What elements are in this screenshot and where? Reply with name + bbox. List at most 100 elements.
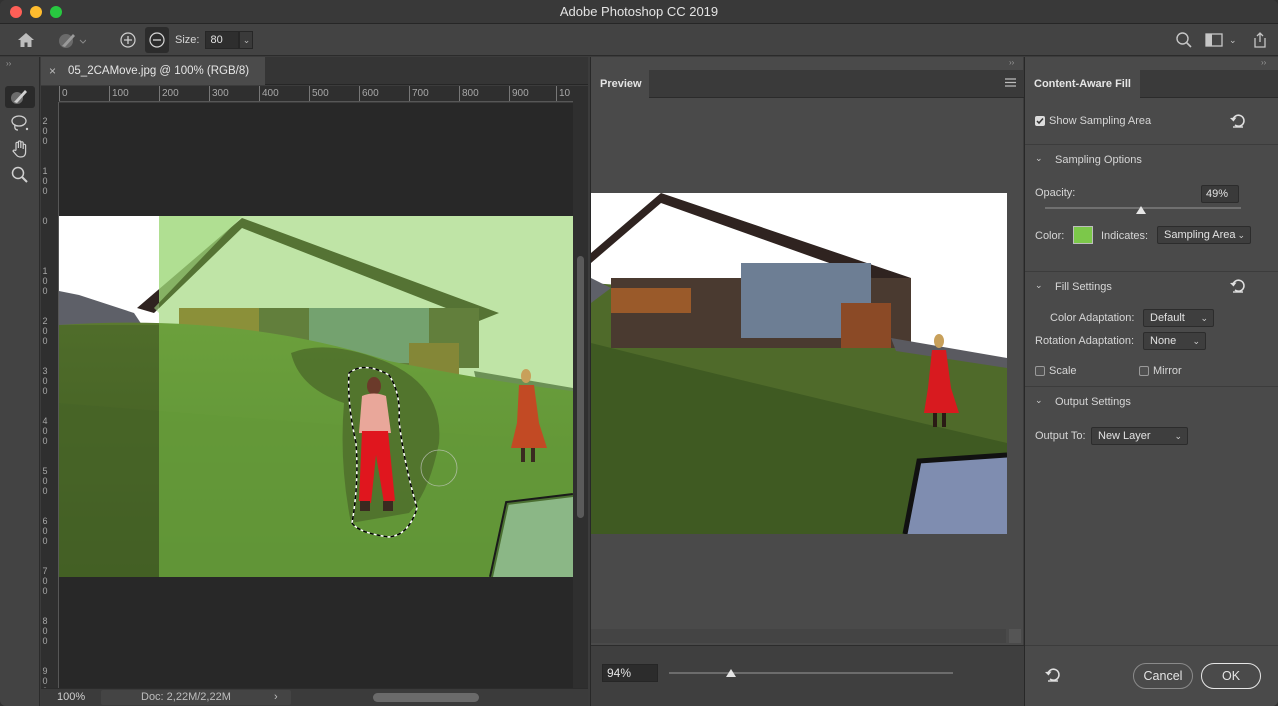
output-settings-section: ⌄ Output Settings Output To: New Layer ⌄ [1025, 386, 1278, 466]
ruler-v-label: 2 0 0 [42, 116, 48, 146]
preview-image [591, 193, 1007, 534]
ok-button[interactable]: OK [1201, 663, 1261, 689]
chevron-down-icon: ⌄ [1192, 336, 1200, 346]
opacity-input[interactable]: 49% [1201, 185, 1239, 203]
close-tab-icon[interactable]: × [49, 64, 56, 78]
color-adaptation-value: Default [1150, 312, 1185, 324]
sampling-options-header[interactable]: Sampling Options [1055, 154, 1142, 166]
subtract-from-area-icon[interactable] [145, 27, 169, 53]
output-to-label: Output To: [1035, 430, 1086, 442]
lasso-tool-icon[interactable] [5, 112, 35, 134]
ruler-v-label: 4 0 0 [42, 416, 48, 446]
ruler-v-label: 2 0 0 [42, 316, 48, 346]
opacity-label: Opacity: [1035, 187, 1076, 199]
canvas-vertical-scrollbar[interactable] [573, 86, 588, 688]
ruler-h-label: 0 [62, 88, 68, 99]
document-canvas[interactable] [59, 103, 573, 688]
color-adaptation-label: Color Adaptation: [1050, 312, 1135, 324]
ruler-v-label: 7 0 0 [42, 566, 48, 596]
collapse-tools-icon[interactable]: ›› [6, 59, 11, 68]
fill-settings-section: ⌄ Fill Settings Color Adaptation: Defaul… [1025, 271, 1278, 386]
opacity-slider-thumb[interactable] [1136, 206, 1147, 214]
hand-tool-icon[interactable] [5, 138, 35, 160]
collapse-panel-icon[interactable]: ›› [1261, 58, 1266, 67]
status-menu-icon[interactable]: › [274, 691, 278, 703]
mirror-label: Mirror [1153, 365, 1182, 377]
output-settings-header[interactable]: Output Settings [1055, 396, 1131, 408]
content-aware-fill-panel: ›› Content-Aware Fill Show Sampling Area… [1024, 57, 1278, 706]
sampling-brush-tool-icon[interactable] [5, 86, 35, 108]
document-tab[interactable]: × 05_2CAMove.jpg @ 100% (RGB/8) [41, 57, 265, 85]
ruler-v-label: 5 0 0 [42, 466, 48, 496]
size-label: Size: [175, 34, 200, 46]
sampling-color-swatch[interactable] [1073, 226, 1093, 244]
title-bar: Adobe Photoshop CC 2019 [0, 0, 1278, 24]
panel-footer: Cancel OK [1025, 645, 1278, 706]
minimize-window-button[interactable] [30, 6, 42, 18]
output-settings-chevron-icon[interactable]: ⌄ [1035, 395, 1043, 406]
document-tab-label: 05_2CAMove.jpg @ 100% (RGB/8) [68, 65, 250, 77]
cancel-button[interactable]: Cancel [1133, 663, 1193, 689]
vertical-scroll-thumb[interactable] [577, 256, 584, 518]
chevron-down-icon: ⌄ [1174, 431, 1182, 441]
reset-sampling-icon[interactable] [1229, 112, 1247, 133]
share-icon[interactable] [1252, 24, 1268, 56]
workspace-icon[interactable]: ⌄ [1205, 24, 1237, 56]
fill-settings-chevron-icon[interactable]: ⌄ [1035, 280, 1043, 291]
output-to-dropdown[interactable]: New Layer ⌄ [1091, 427, 1188, 445]
opacity-slider[interactable] [1045, 206, 1241, 214]
preview-tab[interactable]: Preview [591, 70, 649, 98]
size-dropdown-icon[interactable]: ⌄ [239, 31, 254, 49]
ruler-v-label: 9 0 0 [42, 666, 48, 688]
output-to-value: New Layer [1098, 430, 1151, 442]
zoom-tool-icon[interactable] [5, 164, 35, 186]
horizontal-scroll-thumb[interactable] [373, 693, 479, 702]
ruler-h-label: 800 [462, 88, 479, 99]
brush-preset-icon[interactable] [56, 24, 86, 56]
ruler-h-label: 10 [559, 88, 571, 99]
panel-menu-icon[interactable] [1005, 78, 1016, 90]
content-aware-fill-tab[interactable]: Content-Aware Fill [1025, 70, 1140, 98]
indicates-dropdown[interactable]: Sampling Area ⌄ [1157, 226, 1251, 244]
search-icon[interactable] [1175, 24, 1193, 56]
indicates-value: Sampling Area [1164, 229, 1236, 241]
ruler-h-label: 100 [112, 88, 129, 99]
add-to-area-icon[interactable] [118, 24, 138, 56]
ruler-v-label: 1 0 0 [42, 166, 48, 196]
color-label: Color: [1035, 230, 1065, 242]
preview-horizontal-scrollbar[interactable] [591, 629, 1006, 643]
vertical-ruler: 2 0 0 1 0 0 0 1 0 0 2 0 0 3 0 0 4 0 0 5 0 0 6 0 … [41, 102, 59, 688]
rotation-adaptation-label: Rotation Adaptation: [1035, 335, 1135, 347]
ruler-h-label: 500 [312, 88, 329, 99]
chevron-down-icon: ⌄ [1237, 230, 1245, 240]
ruler-h-label: 900 [512, 88, 529, 99]
home-icon[interactable] [16, 24, 36, 56]
fill-settings-header[interactable]: Fill Settings [1055, 281, 1112, 293]
reset-all-icon[interactable] [1044, 666, 1062, 687]
reset-fill-icon[interactable] [1229, 277, 1247, 298]
indicates-label: Indicates: [1101, 230, 1149, 242]
show-sampling-area-checkbox[interactable] [1035, 116, 1045, 126]
size-control: Size: 80 ⌄ [175, 24, 254, 56]
scale-checkbox[interactable] [1035, 366, 1045, 376]
zoom-window-button[interactable] [50, 6, 62, 18]
mirror-checkbox[interactable] [1139, 366, 1149, 376]
preview-zoom-slider-thumb[interactable] [726, 669, 737, 677]
window-title: Adobe Photoshop CC 2019 [559, 4, 719, 19]
zoom-level[interactable]: 100% [57, 691, 85, 703]
collapse-preview-icon[interactable]: ›› [1009, 58, 1014, 67]
ruler-corner [41, 86, 59, 102]
ruler-v-label: 8 0 0 [42, 616, 48, 646]
preview-zoom-slider[interactable] [669, 669, 953, 677]
preview-zoom-input[interactable]: 94% [602, 664, 658, 682]
color-adaptation-dropdown[interactable]: Default ⌄ [1143, 309, 1214, 327]
tools-panel: ›› [0, 57, 40, 706]
sampling-options-chevron-icon[interactable]: ⌄ [1035, 153, 1043, 164]
sampling-options-section: ⌄ Sampling Options Opacity: 49% Color: I… [1025, 144, 1278, 264]
ruler-v-label: 6 0 0 [42, 516, 48, 546]
panel-tab-bar: Content-Aware Fill [1025, 70, 1278, 98]
rotation-adaptation-dropdown[interactable]: None ⌄ [1143, 332, 1206, 350]
horizontal-ruler: 0 100 200 300 400 500 600 700 800 900 10 [59, 86, 573, 102]
close-window-button[interactable] [10, 6, 22, 18]
size-input[interactable]: 80 [205, 31, 240, 49]
